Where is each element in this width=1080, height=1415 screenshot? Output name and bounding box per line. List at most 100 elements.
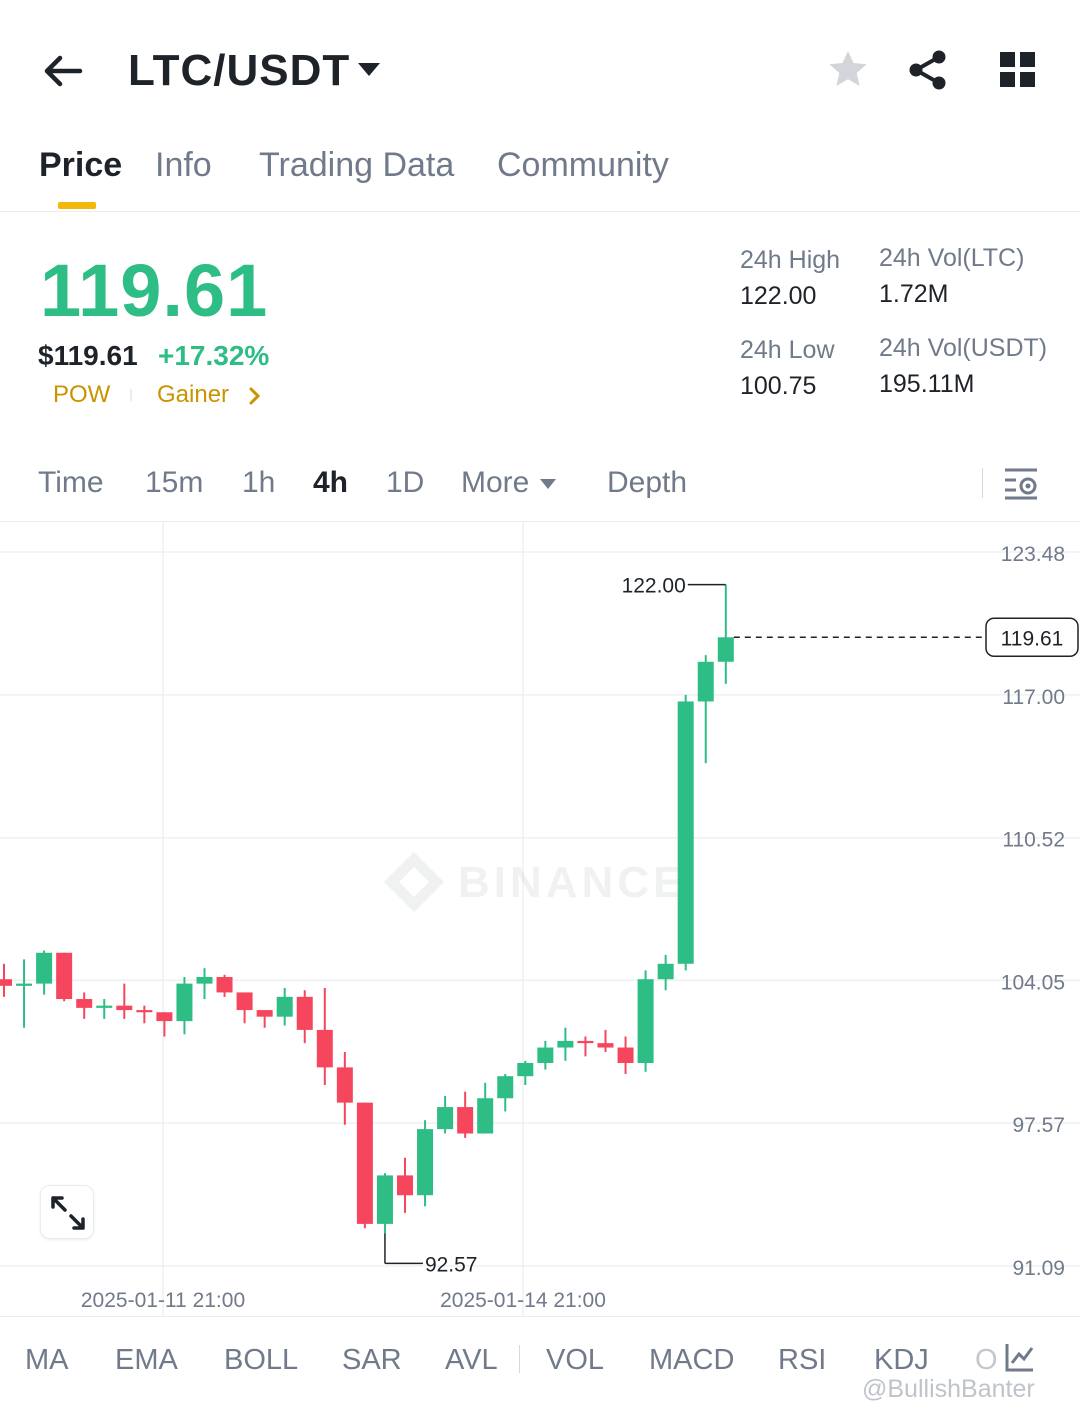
high-value: 122.00 (740, 282, 817, 310)
tab-community[interactable]: Community (497, 146, 669, 185)
indicator-kdj[interactable]: KDJ (874, 1344, 929, 1377)
chevron-right-icon[interactable] (246, 386, 264, 406)
candle-body (116, 1005, 133, 1011)
candle-body (376, 1175, 393, 1224)
tag-pow[interactable]: POW (53, 381, 110, 409)
tf-15m[interactable]: 15m (145, 466, 203, 500)
candle-body (557, 1040, 574, 1048)
candle-body (0, 979, 12, 986)
y-tick-label: 97.57 (1012, 1114, 1065, 1137)
tab-price[interactable]: Price (39, 146, 122, 185)
low-label: 24h Low (740, 336, 835, 364)
candle-body (417, 1129, 434, 1196)
x-tick-label: 2025-01-14 21:00 (440, 1289, 606, 1312)
vol-ltc-label: 24h Vol(LTC) (879, 244, 1025, 272)
high-marker-label: 122.00 (622, 575, 686, 598)
chart-watermark: BINANCE (458, 858, 686, 907)
candle-body (76, 999, 93, 1008)
indicator-obv[interactable]: O (975, 1344, 998, 1377)
candle-body (497, 1076, 514, 1099)
candle-body (276, 996, 293, 1017)
more-caret-icon[interactable] (538, 477, 558, 491)
top-bar: LTC/USDT (0, 0, 1080, 140)
indicator-ema[interactable]: EMA (115, 1344, 178, 1377)
candle-body (316, 1029, 333, 1068)
candle-body (96, 1005, 113, 1008)
candle-body (697, 661, 714, 702)
candle-body (457, 1107, 474, 1134)
pair-title[interactable]: LTC/USDT (128, 46, 350, 96)
indicator-macd[interactable]: MACD (649, 1344, 734, 1377)
tag-gainer[interactable]: Gainer (157, 381, 229, 409)
y-tick-label: 110.52 (1002, 829, 1065, 852)
candle-body (136, 1010, 153, 1013)
candle-body (657, 963, 674, 980)
low-marker-label: 92.57 (425, 1253, 478, 1276)
indicator-vol[interactable]: VOL (546, 1344, 604, 1377)
candle-body (637, 979, 654, 1063)
vol-ltc-value: 1.72M (879, 280, 949, 308)
tag-divider (130, 389, 132, 401)
high-label: 24h High (740, 246, 841, 274)
candle-body (156, 1012, 173, 1022)
grid-icon[interactable] (998, 50, 1038, 90)
indicator-settings-icon[interactable] (1004, 1341, 1036, 1373)
star-icon[interactable] (826, 48, 870, 92)
active-tab-indicator (58, 202, 96, 209)
binance-logo-icon (384, 852, 444, 912)
candle-body (16, 983, 33, 986)
candle-body (617, 1047, 634, 1063)
indicator-ma[interactable]: MA (25, 1344, 69, 1377)
candle-body (176, 983, 193, 1022)
indicator-avl[interactable]: AVL (445, 1344, 498, 1377)
indicator-boll[interactable]: BOLL (224, 1344, 298, 1377)
tab-info[interactable]: Info (155, 146, 212, 185)
footer-watermark: @BullishBanter (862, 1375, 1035, 1403)
timeframe-divider (982, 468, 983, 498)
last-price: 119.61 (40, 249, 269, 332)
vol-usdt-value: 195.11M (879, 370, 975, 398)
indicator-divider (519, 1345, 520, 1373)
candle-body (356, 1102, 373, 1224)
tf-1h[interactable]: 1h (242, 466, 275, 500)
candle-body (196, 977, 213, 984)
y-tick-label: 91.09 (1012, 1257, 1065, 1280)
indicator-rsi[interactable]: RSI (778, 1344, 826, 1377)
candle-body (577, 1040, 594, 1044)
candle-body (517, 1062, 534, 1077)
x-tick-label: 2025-01-11 21:00 (81, 1289, 245, 1312)
indicator-sar[interactable]: SAR (342, 1344, 402, 1377)
candle-body (216, 977, 233, 993)
candle-body (537, 1047, 554, 1063)
expand-button[interactable] (40, 1185, 94, 1239)
candle-body (296, 996, 313, 1030)
chart-canvas[interactable]: 123.48 117.00 110.52 104.05 97.57 91.09 2025-0… (0, 522, 1080, 1317)
candle-body (677, 701, 694, 964)
candle-body (236, 992, 253, 1011)
candle-body (597, 1043, 614, 1048)
candle-body (256, 1010, 273, 1017)
price-change: +17.32% (158, 340, 270, 371)
candle-body (36, 952, 53, 984)
tf-time[interactable]: Time (38, 466, 104, 500)
candle-body (397, 1175, 413, 1196)
tf-1d[interactable]: 1D (386, 466, 424, 500)
chart-settings-icon[interactable] (1002, 464, 1040, 502)
share-icon[interactable] (906, 48, 950, 92)
candle-body (56, 952, 73, 1000)
caret-down-icon[interactable] (355, 60, 383, 80)
y-tick-label: 117.00 (1002, 686, 1065, 709)
tab-trading-data[interactable]: Trading Data (259, 146, 454, 185)
expand-icon (51, 1196, 85, 1230)
candle-body (477, 1098, 494, 1134)
tf-more[interactable]: More (461, 466, 529, 500)
candle-body (437, 1107, 454, 1130)
candle-body (717, 637, 734, 662)
tf-4h[interactable]: 4h (313, 466, 348, 500)
low-value: 100.75 (740, 372, 817, 400)
tf-depth[interactable]: Depth (607, 466, 687, 500)
y-tick-label: 104.05 (1001, 971, 1065, 994)
tab-bar: Price Info Trading Data Community (0, 140, 1080, 212)
back-arrow-icon[interactable] (40, 50, 86, 92)
candlestick-chart[interactable]: 123.48 117.00 110.52 104.05 97.57 91.09 2025-0… (0, 521, 1080, 1317)
